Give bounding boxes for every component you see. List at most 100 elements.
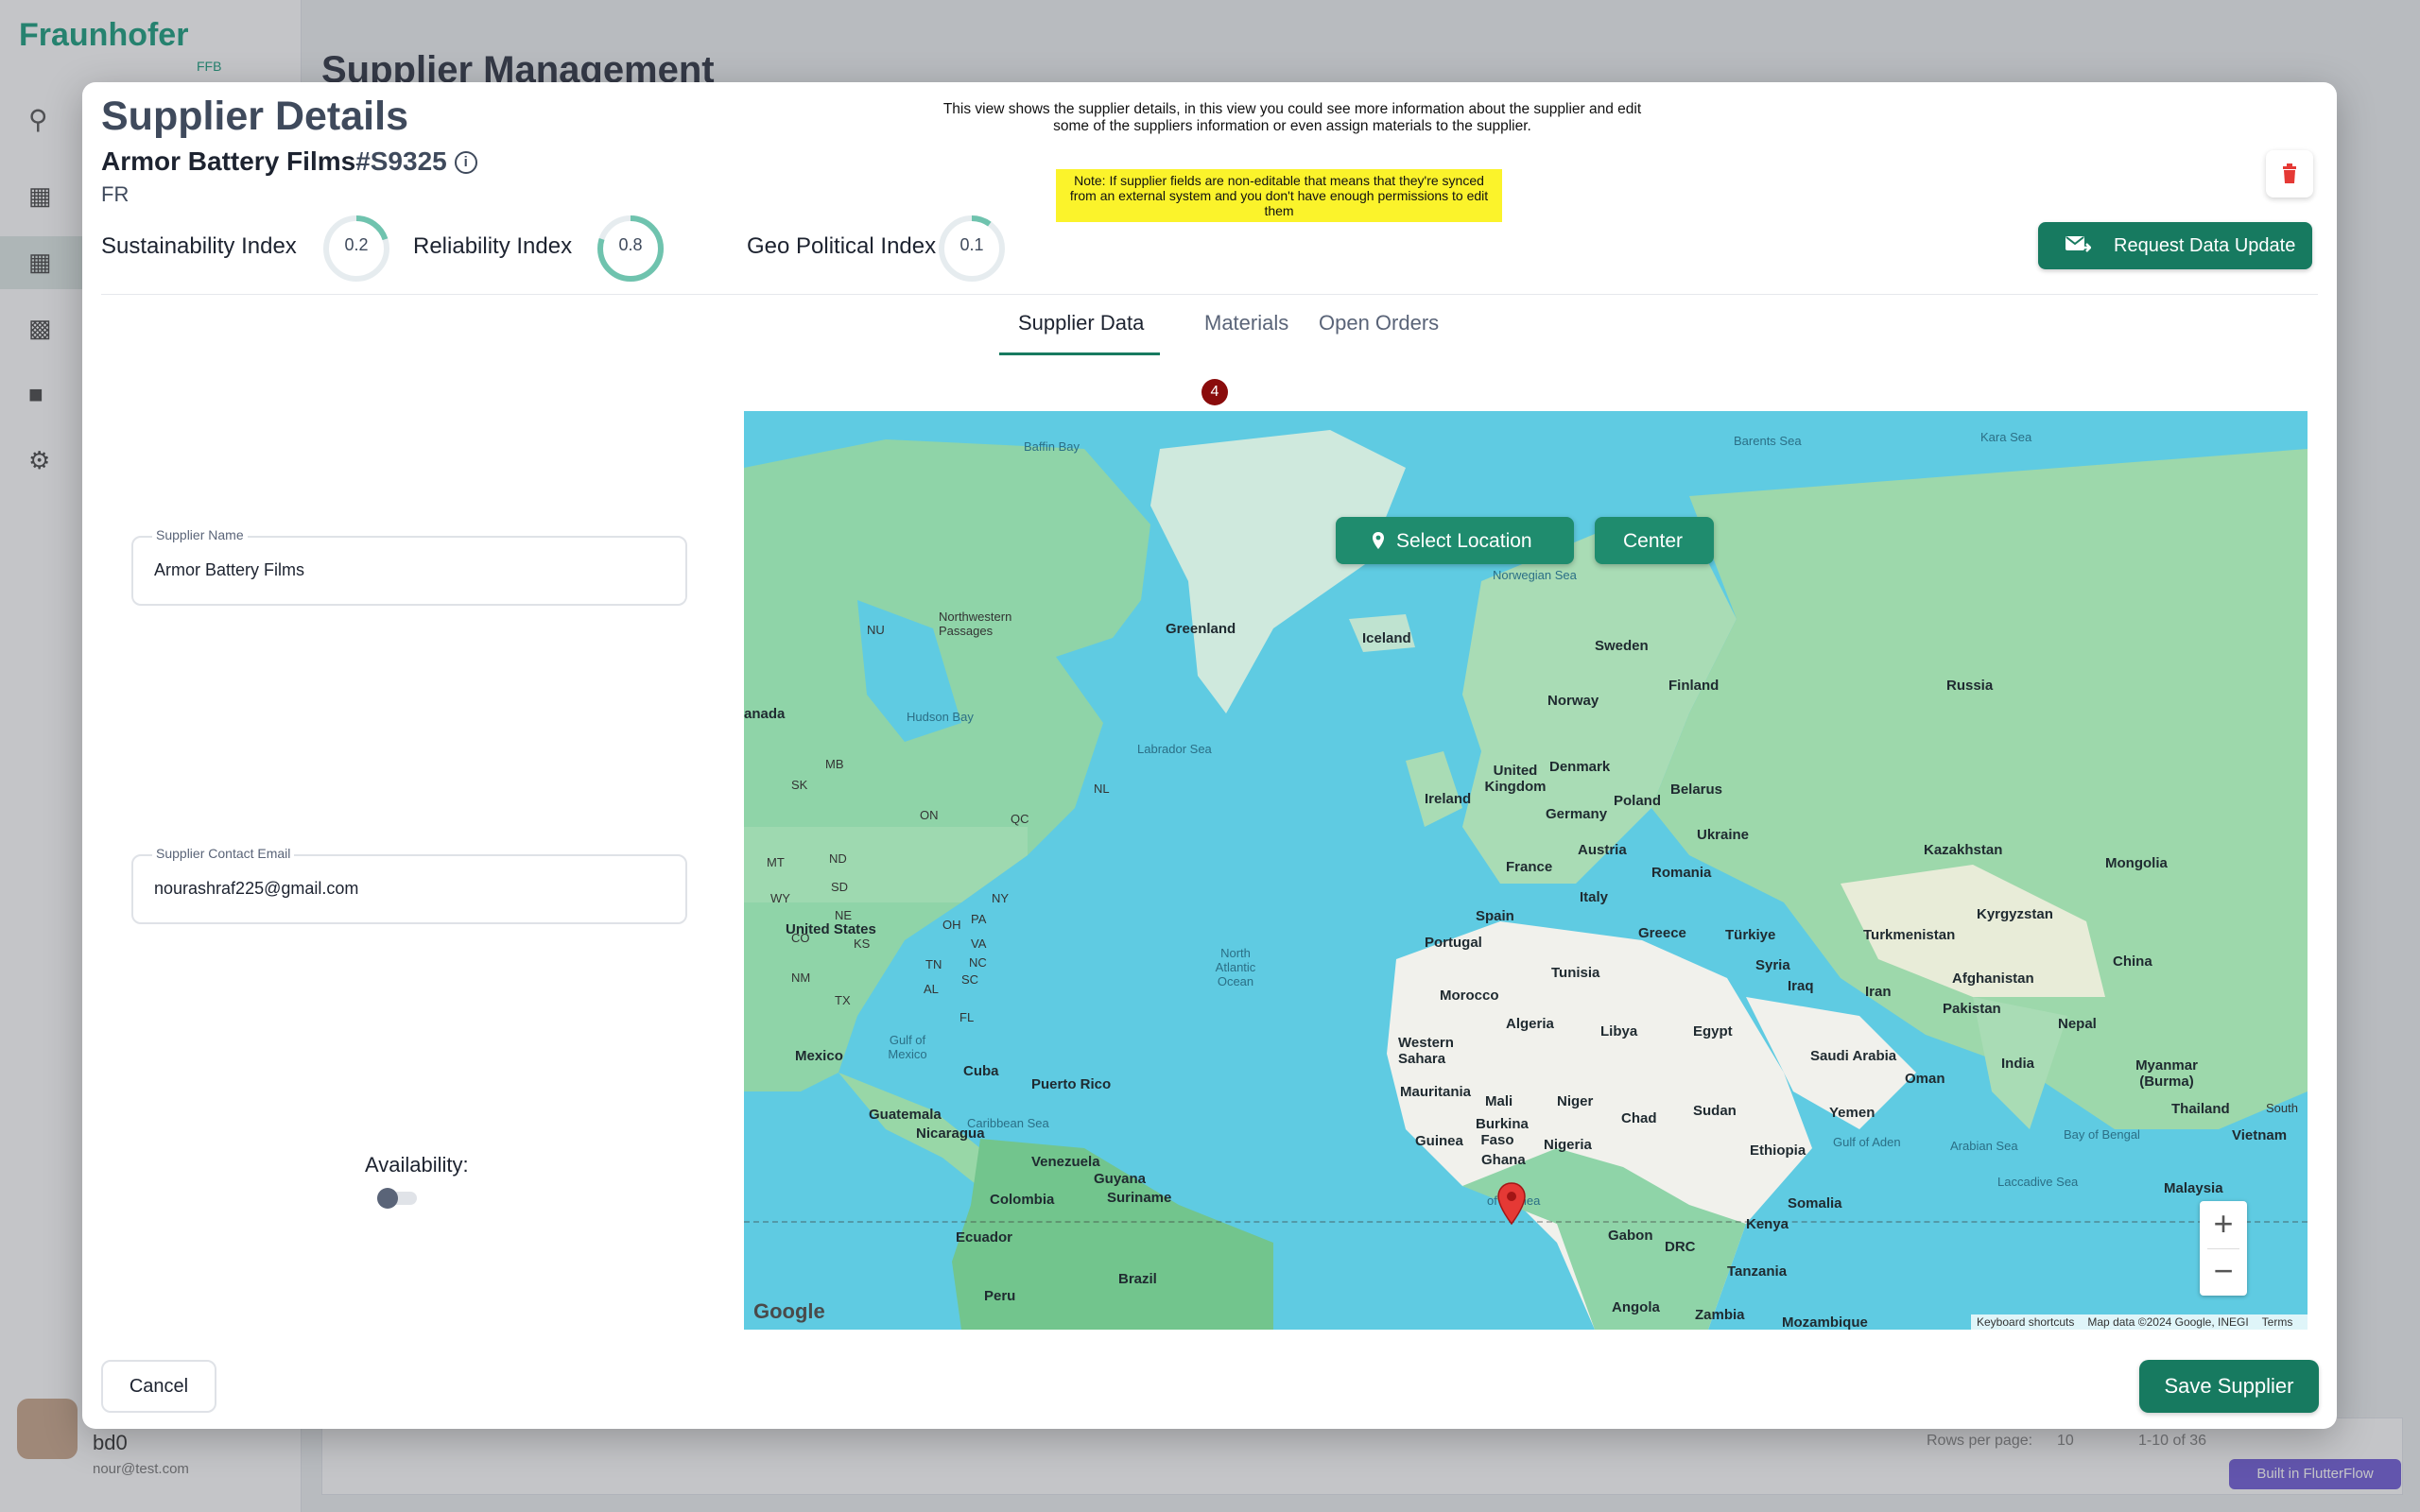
email-send-icon: [2066, 236, 2091, 252]
supplier-name-heading: Armor Battery Films: [101, 146, 356, 176]
map-label: Nigeria: [1544, 1137, 1592, 1153]
availability-toggle[interactable]: [377, 1188, 421, 1209]
map-label: Belarus: [1670, 782, 1723, 798]
map-label: Iran: [1865, 984, 1892, 1000]
map-attribution: Keyboard shortcuts Map data ©2024 Google,…: [1971, 1314, 2308, 1330]
tab-supplier-data[interactable]: Supplier Data: [1018, 311, 1144, 335]
terms-link[interactable]: Terms: [2262, 1315, 2293, 1329]
map-label: Iraq: [1788, 978, 1814, 994]
supplier-details-dialog: Supplier Details Armor Battery Films#S93…: [82, 82, 2337, 1429]
supplier-email-label: Supplier Contact Email: [152, 846, 295, 861]
supplier-id: #S9325: [355, 146, 447, 176]
map-label: North Atlantic Ocean: [1215, 946, 1256, 988]
map-label: Gabon: [1608, 1228, 1653, 1244]
map-label: Kenya: [1746, 1216, 1789, 1232]
select-location-button[interactable]: Select Location: [1336, 517, 1574, 564]
map-label: Chad: [1621, 1110, 1657, 1126]
tab-materials[interactable]: Materials: [1204, 311, 1288, 335]
zoom-controls: + −: [2200, 1201, 2247, 1296]
map-label: Syria: [1755, 957, 1790, 973]
map-label: Nepal: [2058, 1016, 2097, 1032]
map-label: Arabian Sea: [1950, 1139, 2018, 1153]
zoom-in-button[interactable]: +: [2200, 1201, 2247, 1248]
map-label: Türkiye: [1725, 927, 1776, 943]
geo-political-index-label: Geo Political Index: [747, 233, 937, 259]
map-label: Hudson Bay: [907, 710, 974, 724]
map-label: Sudan: [1693, 1103, 1737, 1119]
map-label: Niger: [1557, 1093, 1594, 1109]
supplier-name-field[interactable]: Supplier Name Armor Battery Films: [131, 527, 687, 606]
supplier-country: FR: [101, 182, 130, 206]
request-data-update-label: Request Data Update: [2114, 235, 2296, 256]
map-label: China: [2113, 954, 2152, 970]
map-label: Zambia: [1695, 1307, 1745, 1323]
delete-supplier-button[interactable]: [2266, 150, 2313, 198]
map-label: MB: [825, 757, 844, 771]
keyboard-shortcuts-link[interactable]: Keyboard shortcuts: [1977, 1315, 2074, 1329]
active-tab-indicator: [999, 352, 1160, 355]
map-label: DRC: [1665, 1239, 1696, 1255]
map-label: MT: [767, 855, 785, 869]
map-label: Myanmar (Burma): [2135, 1057, 2198, 1090]
supplier-email-field[interactable]: Supplier Contact Email nourashraf225@gma…: [131, 846, 687, 924]
map-label: Afghanistan: [1952, 971, 2034, 987]
sustainability-index-label: Sustainability Index: [101, 233, 297, 259]
info-icon[interactable]: i: [454, 151, 477, 174]
map-label: Nicaragua: [916, 1125, 985, 1142]
cancel-button[interactable]: Cancel: [101, 1360, 216, 1413]
map-label: Russia: [1946, 678, 1994, 694]
toggle-knob: [377, 1188, 398, 1209]
map-label: Mozambique: [1782, 1314, 1868, 1330]
map-label: France: [1506, 859, 1553, 875]
location-pin-icon[interactable]: [1496, 1182, 1527, 1226]
header-divider: [101, 294, 2318, 295]
map-label: Mali: [1485, 1093, 1513, 1109]
map-label: Pakistan: [1943, 1001, 2001, 1017]
center-map-button[interactable]: Center: [1595, 517, 1714, 564]
description-text: This view shows the supplier details, in…: [942, 101, 1642, 134]
map-label: Spain: [1476, 908, 1514, 924]
map-label: TX: [835, 993, 851, 1007]
map-label: Turkmenistan: [1863, 927, 1956, 943]
map-label: Malaysia: [2164, 1180, 2223, 1196]
map-label: Brazil: [1118, 1271, 1157, 1287]
map-label: Labrador Sea: [1137, 742, 1212, 756]
request-data-update-button[interactable]: Request Data Update: [2038, 222, 2312, 269]
map-label: Sweden: [1595, 638, 1649, 654]
map-label: NE: [835, 908, 853, 922]
map-label: Ecuador: [956, 1229, 1013, 1246]
map-label: South: [2266, 1101, 2298, 1115]
map-label: Ireland: [1425, 791, 1472, 807]
map-label: Portugal: [1425, 935, 1482, 951]
supplier-name-value: Armor Battery Films: [154, 560, 305, 579]
map-label: Italy: [1580, 889, 1609, 905]
map-label: Romania: [1651, 865, 1712, 881]
map-label: Tunisia: [1551, 965, 1600, 981]
zoom-out-button[interactable]: −: [2200, 1248, 2247, 1296]
google-logo-text: Google: [753, 1299, 825, 1323]
map-label: Germany: [1546, 806, 1608, 822]
map-label: Tanzania: [1727, 1263, 1788, 1280]
map-label: Barents Sea: [1734, 434, 1802, 448]
map-label: Northwestern Passages: [939, 610, 1012, 638]
tab-open-orders[interactable]: Open Orders: [1319, 311, 1439, 335]
map-label: QC: [1011, 812, 1029, 826]
map-label: Greece: [1638, 925, 1686, 941]
map-label: Bay of Bengal: [2064, 1127, 2140, 1142]
save-supplier-button[interactable]: Save Supplier: [2139, 1360, 2319, 1413]
map-label: FL: [959, 1010, 975, 1024]
map-label: anada: [744, 706, 786, 722]
map-label: Denmark: [1549, 759, 1611, 775]
map-label: Gulf of Mexico: [888, 1033, 927, 1061]
map-label: PA: [971, 912, 987, 926]
map-label: Cuba: [963, 1063, 999, 1079]
map-label: Ethiopia: [1750, 1143, 1806, 1159]
map-label: NY: [992, 891, 1010, 905]
map-label: Libya: [1600, 1023, 1638, 1040]
map-label: Saudi Arabia: [1810, 1048, 1897, 1064]
map-label: Guatemala: [869, 1107, 942, 1123]
map-label: CO: [791, 931, 810, 945]
trash-icon: [2283, 163, 2296, 183]
location-map[interactable]: Baffin Bay Barents Sea Kara Sea Greenlan…: [744, 411, 2308, 1330]
map-label: Yemen: [1829, 1105, 1876, 1121]
